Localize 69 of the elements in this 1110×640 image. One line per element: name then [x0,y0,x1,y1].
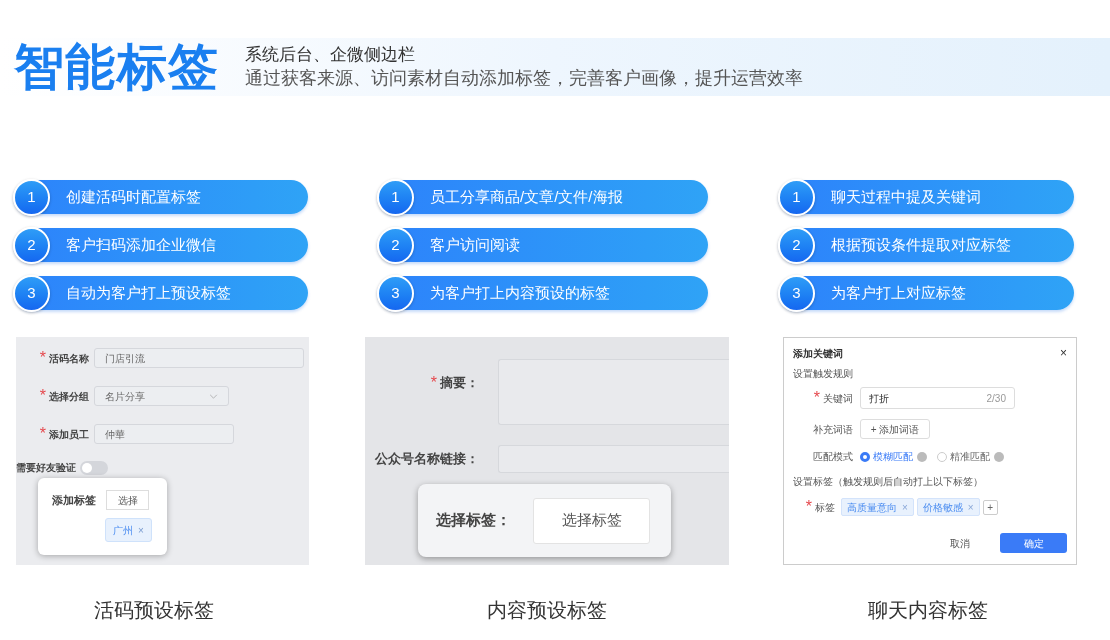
step-text: 为客户打上内容预设的标签 [430,282,610,303]
help-icon [917,451,927,462]
chevron-down-icon [209,393,218,399]
page-title: 智能标签 [14,42,219,92]
step-text: 聊天过程中提及关键词 [831,186,981,207]
select-field[interactable]: 名片分享 [94,386,229,406]
required-mark: * [430,373,437,393]
field-label: 匹配模式 [813,450,853,464]
subtitle: 系统后台、企微侧边栏 [245,44,416,66]
step-number: 2 [13,226,50,264]
popup-label: 选择标签： [436,510,511,531]
step-text: 根据预设条件提取对应标签 [831,234,1011,255]
step-text: 客户扫码添加企业微信 [66,234,216,255]
tag-chip: 广州 × [105,518,152,542]
radio-label: 模糊匹配 [873,450,913,464]
select-button[interactable]: 选择 [106,490,149,510]
toggle-switch[interactable] [80,460,108,475]
caption: 聊天内容标签 [867,598,989,623]
step-number: 1 [13,178,50,216]
step-number: 3 [778,274,815,312]
character-counter: 2/30 [986,391,1006,406]
cancel-button[interactable]: 取消 [950,535,970,551]
tag-chip: 价格敏感 × [916,498,980,516]
field-label: 活码名称 [49,351,89,366]
required-mark: * [805,497,812,517]
step-text: 客户访问阅读 [430,234,520,255]
section-title: 设置标签（触发规则后自动打上以下标签） [793,475,984,489]
required-mark: * [39,348,46,368]
input-field[interactable]: 打折 2/30 [860,387,1015,409]
dialog-title: 添加关键词 [793,346,843,361]
section-title: 设置触发规则 [793,367,854,381]
field-label: 标签 [815,500,835,515]
text-area[interactable] [498,359,729,425]
add-tag-button[interactable]: + [982,499,998,515]
field-label: 关键词 [823,391,853,406]
step-number: 2 [778,226,815,264]
field-label: 补充词语 [813,422,853,437]
step-number: 3 [13,274,50,312]
add-word-button[interactable]: + 添加词语 [860,419,930,439]
close-button[interactable]: × [1060,347,1067,359]
step-text: 为客户打上对应标签 [831,282,966,303]
radio-button[interactable] [860,451,870,462]
required-mark: * [813,388,820,408]
help-icon [994,451,1004,462]
field-label: 选择分组 [49,389,89,404]
step-text: 创建活码时配置标签 [66,186,201,207]
radio-label: 精准匹配 [950,450,990,464]
input-field[interactable] [498,445,729,473]
step-text: 员工分享商品/文章/文件/海报 [430,186,623,207]
step-number: 2 [377,226,414,264]
select-tag-button[interactable]: 选择标签 [533,497,650,544]
tag-chip: 高质量意向 × [841,498,914,516]
required-mark: * [39,424,46,444]
required-mark: * [39,386,46,406]
step-text: 自动为客户打上预设标签 [66,282,231,303]
field-label: 摘要： [440,374,479,393]
caption: 活码预设标签 [93,598,215,623]
field-label: 添加员工 [49,427,89,442]
input-field[interactable]: 门店引流 [94,348,304,368]
popup-label: 添加标签 [52,492,96,508]
switch-label: 需要好友验证 [16,461,76,475]
field-label: 公众号名称链接： [375,450,479,469]
input-field[interactable]: 仲華 [94,424,234,444]
confirm-button[interactable]: 确定 [1000,533,1067,553]
step-number: 1 [778,178,815,216]
caption: 内容预设标签 [486,598,608,623]
step-number: 1 [377,178,414,216]
description: 通过获客来源、访问素材自动添加标签，完善客户画像，提升运营效率 [245,67,803,90]
step-number: 3 [377,274,414,312]
